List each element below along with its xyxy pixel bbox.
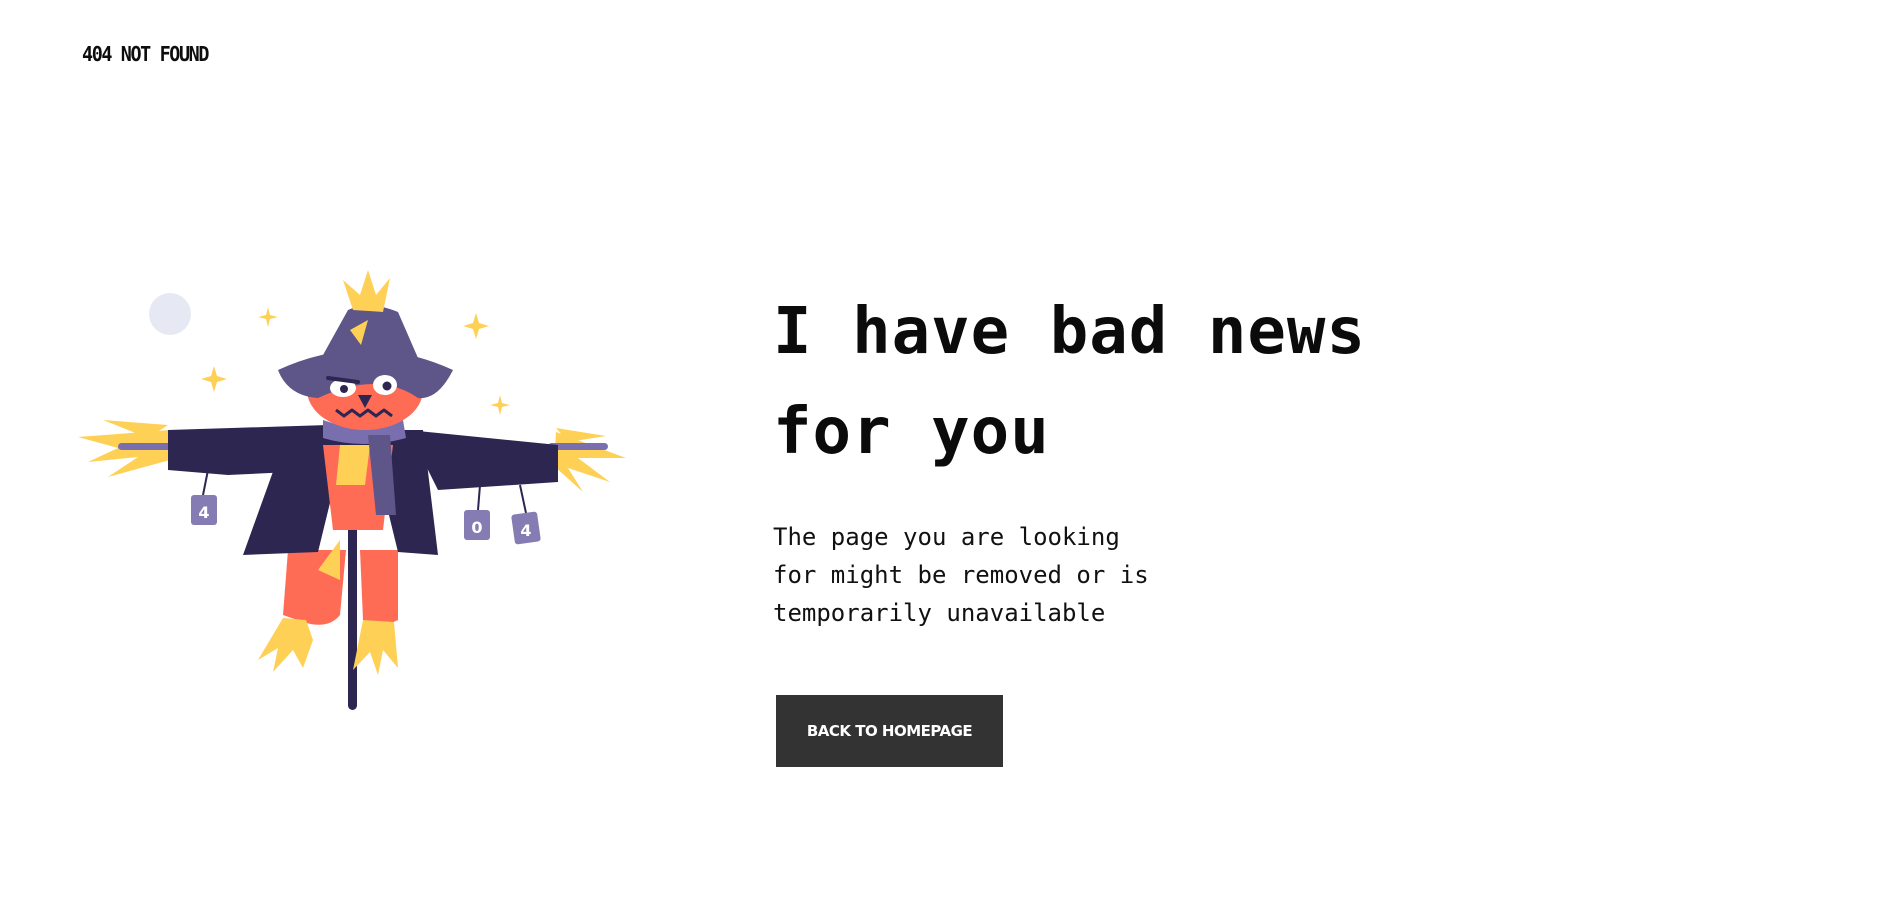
description-line-2: for might be removed or is	[773, 561, 1149, 589]
sparkle-icon	[258, 307, 278, 327]
right-hand-straw	[554, 428, 626, 492]
page: 404 NOT FOUND 4 0 4 I have bad news for …	[0, 0, 1902, 902]
scarecrow-illustration: 4 0 4	[78, 270, 626, 710]
sparkle-icon	[463, 313, 489, 339]
foot-straw	[258, 618, 398, 675]
description-line-1: The page you are looking	[773, 523, 1120, 551]
sparkle-icon	[490, 395, 510, 415]
pole	[348, 520, 357, 710]
shirt-patch	[336, 445, 370, 485]
coat-arm-right	[408, 430, 558, 490]
headline-line-1: I have bad news	[773, 295, 1366, 369]
leg-right	[360, 550, 398, 625]
description-line-3: temporarily unavailable	[773, 599, 1106, 627]
hat-crown	[323, 305, 418, 358]
brand-label: 404 NOT FOUND	[82, 42, 209, 66]
can-label-2: 0	[471, 518, 482, 537]
pupil-left	[340, 385, 348, 393]
moon-icon	[149, 293, 191, 335]
page-title: I have bad news for you	[773, 282, 1533, 482]
error-content: I have bad news for you The page you are…	[773, 282, 1533, 632]
headline-line-2: for you	[773, 395, 1050, 469]
can-label-1: 4	[198, 503, 209, 522]
sparkle-icon	[201, 366, 227, 392]
error-description: The page you are looking for might be re…	[773, 518, 1193, 632]
pupil-right	[382, 381, 392, 391]
hat-straw	[343, 270, 390, 312]
back-to-homepage-button[interactable]: BACK TO HOMEPAGE	[776, 695, 1003, 767]
can-label-3: 4	[520, 521, 531, 540]
